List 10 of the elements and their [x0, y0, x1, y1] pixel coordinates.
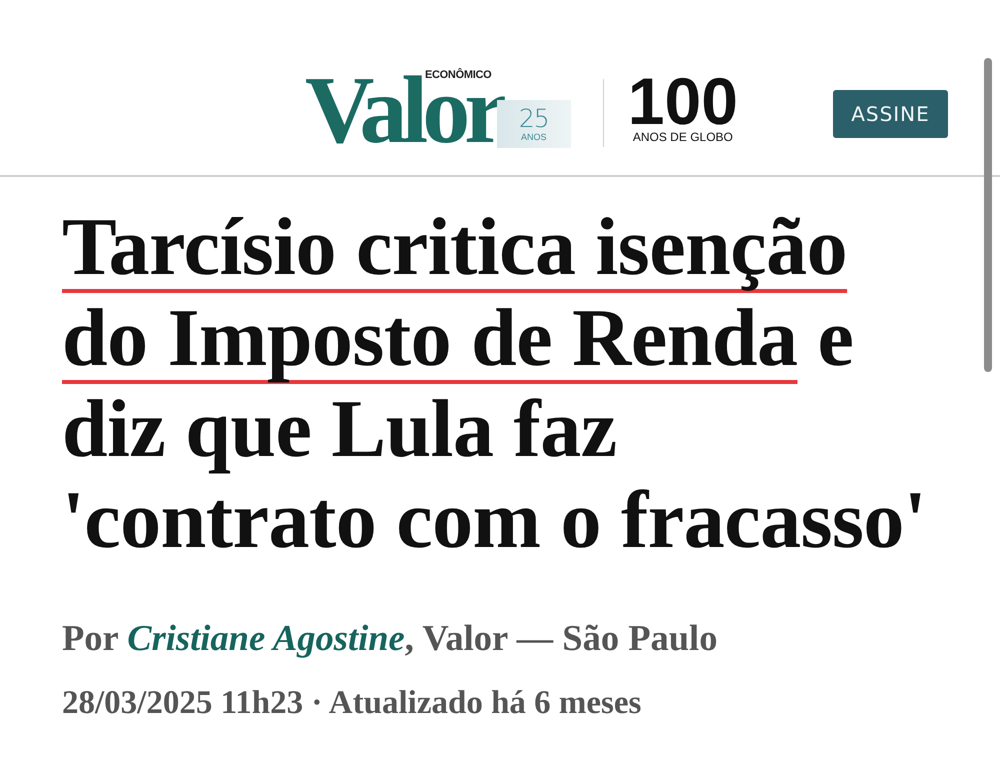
- scrollbar-thumb[interactable]: [984, 58, 992, 372]
- anniversary-number: 25: [518, 106, 549, 132]
- subscribe-button[interactable]: ASSINE: [833, 90, 948, 138]
- publish-timestamp: 28/03/2025 11h23 · Atualizado há 6 meses: [62, 684, 642, 723]
- partner-logo-label: ANOS DE GLOBO: [632, 130, 733, 144]
- article-headline: Tarcísio critica isenção do Imposto de Renda e diz que Lula faz 'contrato com o fracasso': [62, 201, 928, 565]
- author-link[interactable]: Cristiane Agostine: [127, 617, 405, 658]
- byline: Por Cristiane Agostine, Valor — São Paulo: [62, 617, 718, 659]
- anniversary-label: ANOS: [521, 132, 547, 142]
- partner-logo-number: 100: [628, 74, 738, 128]
